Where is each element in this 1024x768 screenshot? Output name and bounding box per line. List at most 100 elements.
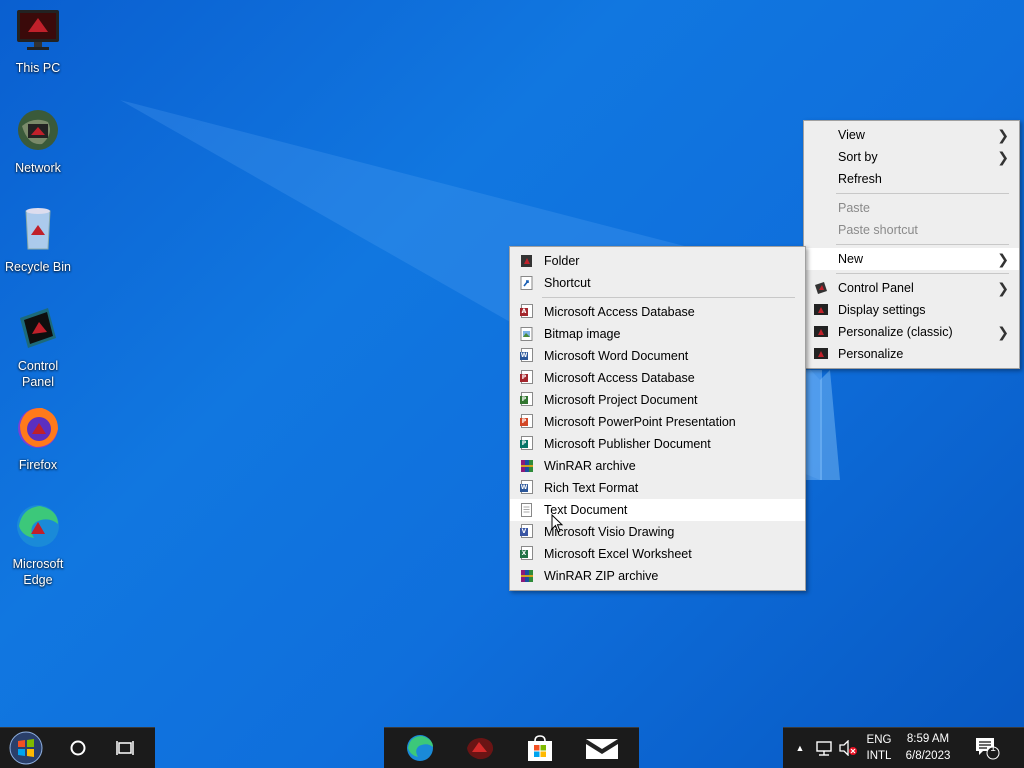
menu-item-paste[interactable]: Paste xyxy=(804,197,1019,219)
edge-icon xyxy=(407,735,433,761)
mail-icon xyxy=(586,739,618,759)
rog-app-icon xyxy=(467,738,494,760)
menu-separator xyxy=(542,297,795,298)
taskbar-center xyxy=(384,727,639,768)
menu-separator xyxy=(836,244,1009,245)
cortana-circle-icon xyxy=(70,740,86,756)
winrar-zip-icon xyxy=(521,570,533,582)
store-bag-icon xyxy=(528,735,552,761)
desktop-icon-network[interactable]: Network xyxy=(0,106,76,176)
action-center-button[interactable]: 1 xyxy=(967,728,1007,768)
chevron-right-icon: ❯ xyxy=(997,324,1009,340)
desktop-icon-label: Recycle Bin xyxy=(5,260,71,274)
input-language-button[interactable]: ENG INTL xyxy=(863,728,895,768)
show-hidden-icons-button[interactable]: ▲ xyxy=(791,728,809,768)
language-code: ENG xyxy=(866,734,892,746)
chevron-up-icon: ▲ xyxy=(795,743,805,753)
taskbar-store[interactable] xyxy=(516,728,564,768)
excel-file-icon: X xyxy=(520,546,533,560)
taskbar-tray: ▲ ENG INTL 8:59 AM 6/8/2023 1 xyxy=(783,727,1024,768)
new-item-access-database-2[interactable]: P Microsoft Access Database xyxy=(510,367,805,389)
new-item-winrar-archive[interactable]: WinRAR archive xyxy=(510,455,805,477)
desktop-icon-label: Control Panel xyxy=(17,359,59,389)
volume-button[interactable] xyxy=(837,728,859,768)
publisher-file-icon: P xyxy=(520,436,533,450)
access-file-icon: P xyxy=(520,370,533,384)
menu-item-personalize[interactable]: Personalize xyxy=(804,343,1019,365)
menu-item-paste-shortcut[interactable]: Paste shortcut xyxy=(804,219,1019,241)
bitmap-file-icon xyxy=(520,327,533,341)
menu-item-refresh[interactable]: Refresh xyxy=(804,168,1019,190)
menu-item-sort-by[interactable]: Sort by ❯ xyxy=(804,146,1019,168)
desktop-icon-label: Firefox xyxy=(18,458,58,472)
display-icon xyxy=(814,304,828,315)
desktop-icon-this-pc[interactable]: This PC xyxy=(0,6,76,76)
word-file-icon: W xyxy=(520,348,533,362)
network-wired-icon xyxy=(816,741,832,756)
clock-date: 6/8/2023 xyxy=(905,750,951,762)
task-view-button[interactable] xyxy=(105,728,145,768)
project-file-icon: P xyxy=(520,392,533,406)
powerpoint-file-icon: P xyxy=(520,414,533,428)
clock-button[interactable]: 8:59 AM 6/8/2023 xyxy=(899,728,957,768)
chevron-right-icon: ❯ xyxy=(997,280,1009,296)
notification-count-badge: 1 xyxy=(990,743,996,754)
search-button[interactable] xyxy=(58,728,98,768)
chevron-right-icon: ❯ xyxy=(997,149,1009,165)
menu-item-new[interactable]: New ❯ xyxy=(804,248,1019,270)
chevron-right-icon: ❯ xyxy=(997,127,1009,143)
new-submenu: Folder Shortcut A Microsoft Access Datab… xyxy=(509,246,806,591)
desktop-icon-edge[interactable]: Microsoft Edge xyxy=(0,502,76,588)
menu-separator xyxy=(836,273,1009,274)
menu-item-display-settings[interactable]: Display settings xyxy=(804,299,1019,321)
desktop-icon-label: This PC xyxy=(15,61,61,75)
new-item-shortcut[interactable]: Shortcut xyxy=(510,272,805,294)
winrar-icon xyxy=(521,460,533,472)
taskbar-mail[interactable] xyxy=(578,728,626,768)
new-item-folder[interactable]: Folder xyxy=(510,250,805,272)
personalize-icon xyxy=(814,348,828,359)
firefox-icon xyxy=(18,407,58,448)
new-item-project-document[interactable]: P Microsoft Project Document xyxy=(510,389,805,411)
rtf-file-icon: W xyxy=(520,480,533,494)
taskbar-app-rog[interactable] xyxy=(456,728,504,768)
new-item-publisher-document[interactable]: P Microsoft Publisher Document xyxy=(510,433,805,455)
start-button[interactable] xyxy=(4,728,48,768)
volume-muted-icon xyxy=(839,740,857,756)
new-item-access-database[interactable]: A Microsoft Access Database xyxy=(510,301,805,323)
new-item-rich-text-format[interactable]: W Rich Text Format xyxy=(510,477,805,499)
text-file-icon xyxy=(521,503,532,517)
desktop-icon-control-panel[interactable]: Control Panel xyxy=(0,304,76,390)
edge-icon xyxy=(17,505,59,547)
taskbar-edge[interactable] xyxy=(396,728,444,768)
new-item-excel-worksheet[interactable]: X Microsoft Excel Worksheet xyxy=(510,543,805,565)
menu-item-view[interactable]: View ❯ xyxy=(804,124,1019,146)
windows-start-icon xyxy=(9,731,43,765)
monitor-icon xyxy=(17,10,59,50)
desktop-context-menu: View ❯ Sort by ❯ Refresh Paste Paste sho… xyxy=(803,120,1020,369)
globe-icon xyxy=(18,110,58,150)
control-panel-icon xyxy=(20,308,56,348)
new-item-winrar-zip-archive[interactable]: WinRAR ZIP archive xyxy=(510,565,805,587)
desktop-icon-recycle-bin[interactable]: Recycle Bin xyxy=(0,205,76,275)
task-view-icon xyxy=(116,741,134,755)
access-file-icon: A xyxy=(520,304,533,318)
taskbar-left xyxy=(0,727,155,768)
desktop-icon-firefox[interactable]: Firefox xyxy=(0,403,76,473)
new-item-bitmap-image[interactable]: Bitmap image xyxy=(510,323,805,345)
folder-icon xyxy=(521,255,532,267)
shortcut-icon xyxy=(520,276,533,290)
recycle-bin-icon xyxy=(25,208,51,250)
menu-item-personalize-classic[interactable]: Personalize (classic) ❯ xyxy=(804,321,1019,343)
control-panel-icon xyxy=(815,282,827,294)
keyboard-layout: INTL xyxy=(866,750,892,762)
menu-item-control-panel[interactable]: Control Panel ❯ xyxy=(804,277,1019,299)
personalize-icon xyxy=(814,326,828,337)
visio-file-icon: V xyxy=(520,524,533,538)
chevron-right-icon: ❯ xyxy=(997,251,1009,267)
new-item-word-document[interactable]: W Microsoft Word Document xyxy=(510,345,805,367)
new-item-powerpoint-presentation[interactable]: P Microsoft PowerPoint Presentation xyxy=(510,411,805,433)
mouse-cursor-icon xyxy=(551,514,564,533)
network-status-button[interactable] xyxy=(813,728,835,768)
desktop-icon-label: Network xyxy=(15,161,61,175)
